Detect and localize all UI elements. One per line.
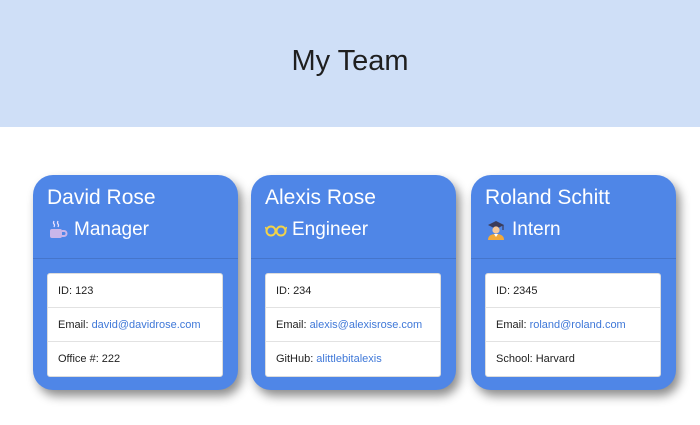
employee-name: Roland Schitt — [485, 186, 610, 209]
role-label: Manager — [74, 219, 149, 240]
employee-role: Manager — [47, 218, 238, 242]
email-link[interactable]: david@davidrose.com — [92, 319, 201, 331]
detail-label: ID: — [496, 284, 511, 297]
detail-label: Email: — [496, 318, 527, 331]
employee-details: ID: 2345 Email: roland@roland.com School… — [485, 273, 661, 377]
employee-card-engineer: Alexis Rose Engineer ID: 234 Email: alex… — [251, 175, 456, 390]
detail-id: ID: 234 — [266, 274, 440, 308]
detail-github: GitHub: alittlebitalexis — [266, 342, 440, 376]
employee-role: Engineer — [264, 218, 456, 242]
team-cards: David Rose Manager ID: 123 Email: david@… — [0, 127, 700, 425]
detail-value: 123 — [75, 284, 94, 297]
github-link[interactable]: alittlebitalexis — [316, 353, 381, 365]
detail-label: ID: — [58, 284, 73, 297]
card-header: David Rose Manager — [33, 175, 238, 259]
employee-name: David Rose — [47, 186, 156, 209]
detail-label: Office #: — [58, 353, 99, 365]
detail-office: Office #: 222 — [48, 342, 222, 376]
detail-id: ID: 2345 — [486, 274, 660, 308]
employee-details: ID: 123 Email: david@davidrose.com Offic… — [47, 273, 223, 377]
employee-details: ID: 234 Email: alexis@alexisrose.com Git… — [265, 273, 441, 377]
detail-email: Email: david@davidrose.com — [48, 308, 222, 342]
detail-value: Harvard — [535, 353, 575, 365]
detail-value: 2345 — [513, 284, 538, 297]
employee-card-manager: David Rose Manager ID: 123 Email: david@… — [33, 175, 238, 390]
employee-role: Intern — [485, 218, 676, 242]
page-title: My Team — [291, 45, 409, 77]
email-link[interactable]: roland@roland.com — [530, 319, 626, 331]
email-link[interactable]: alexis@alexisrose.com — [310, 319, 423, 331]
detail-label: ID: — [276, 284, 291, 297]
role-label: Intern — [512, 219, 561, 240]
detail-label: GitHub: — [276, 353, 314, 365]
card-header: Roland Schitt Intern — [471, 175, 676, 259]
detail-label: School: — [496, 353, 533, 365]
detail-email: Email: roland@roland.com — [486, 308, 660, 342]
role-label: Engineer — [292, 219, 369, 240]
detail-label: Email: — [276, 318, 307, 331]
detail-school: School: Harvard — [486, 342, 660, 376]
coffee-cup-icon — [47, 219, 69, 241]
graduate-icon — [485, 219, 507, 241]
page-header: My Team — [0, 0, 700, 127]
detail-value: 222 — [101, 353, 121, 365]
employee-card-intern: Roland Schitt Intern ID: 2345 Email: rol… — [471, 175, 676, 390]
detail-email: Email: alexis@alexisrose.com — [266, 308, 440, 342]
detail-value: 234 — [293, 284, 312, 297]
detail-label: Email: — [58, 318, 89, 331]
employee-name: Alexis Rose — [265, 186, 376, 209]
detail-id: ID: 123 — [48, 274, 222, 308]
card-header: Alexis Rose Engineer — [251, 175, 456, 259]
glasses-icon — [264, 219, 288, 241]
